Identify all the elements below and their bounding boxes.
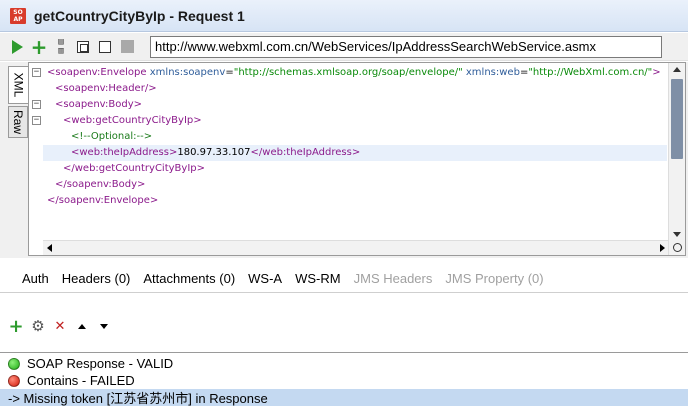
code-line: </soapenv:Body> bbox=[55, 179, 146, 190]
divider bbox=[0, 292, 688, 293]
code-line-current: <web:theIpAddress>180.97.33.107</web:the… bbox=[43, 145, 667, 161]
assertions-toolbar: + ⚙ ✕ bbox=[8, 316, 118, 337]
failed-status-icon bbox=[8, 374, 20, 387]
code-line: <web:getCountryCityByIp> bbox=[63, 115, 202, 126]
vertical-scrollbar[interactable] bbox=[668, 63, 685, 241]
xml-editor-panel[interactable]: − − − <soapenv:Envelope xmlns:soapenv="h… bbox=[28, 62, 686, 256]
horizontal-scrollbar[interactable] bbox=[43, 240, 669, 255]
assertion-item[interactable]: SOAP Response - VALID bbox=[0, 355, 688, 372]
stop-icon[interactable] bbox=[118, 38, 136, 56]
request-toolbar: + ▤ ▥ http://www.webxml.com.cn/WebService… bbox=[0, 33, 688, 61]
remove-assertion-icon[interactable]: ✕ bbox=[52, 318, 68, 334]
scroll-right-icon[interactable] bbox=[660, 244, 665, 252]
code-line: <soapenv:Body> bbox=[55, 99, 143, 110]
move-down-icon[interactable] bbox=[96, 318, 112, 334]
search-icon[interactable] bbox=[668, 240, 685, 255]
request-tabs: Auth Headers (0) Attachments (0) WS-A WS… bbox=[0, 266, 688, 290]
tab-attachments[interactable]: Attachments (0) bbox=[143, 271, 235, 286]
request-editor: XML Raw − − − <soapenv:Envelope xmlns:so… bbox=[0, 62, 688, 258]
code-line: <soapenv:Header/> bbox=[55, 83, 157, 94]
assertion-detail-item[interactable]: -> Missing token [江苏省苏州市] in Response bbox=[0, 389, 688, 406]
fold-toggle-getcountrycitybyip[interactable]: − bbox=[32, 116, 41, 125]
tab-jms-headers: JMS Headers bbox=[353, 270, 433, 286]
move-up-icon[interactable] bbox=[74, 318, 90, 334]
code-line: <!--Optional:--> bbox=[71, 131, 153, 142]
fold-toggle-envelope[interactable]: − bbox=[32, 68, 41, 77]
assertion-item[interactable]: Contains - FAILED bbox=[0, 372, 688, 389]
run-request-icon[interactable] bbox=[8, 38, 26, 56]
tab-headers[interactable]: Headers (0) bbox=[62, 271, 131, 286]
fold-toggle-body[interactable]: − bbox=[32, 100, 41, 109]
tab-raw[interactable]: Raw bbox=[8, 106, 28, 138]
assertions-list: SOAP Response - VALID Contains - FAILED … bbox=[0, 352, 688, 418]
tab-ws-rm[interactable]: WS-RM bbox=[295, 271, 341, 286]
valid-status-icon bbox=[8, 357, 20, 370]
fold-gutter: − − − bbox=[29, 63, 43, 241]
scroll-left-icon[interactable] bbox=[47, 244, 52, 252]
tabs-layout-icon[interactable] bbox=[74, 38, 92, 56]
scroll-down-icon[interactable] bbox=[673, 232, 681, 237]
tab-ws-a[interactable]: WS-A bbox=[248, 271, 282, 286]
tab-jms-property: JMS Property (0) bbox=[445, 270, 544, 286]
add-icon[interactable]: + bbox=[30, 37, 48, 57]
code-line: </web:getCountryCityByIp> bbox=[63, 163, 205, 174]
code-line: <soapenv:Envelope xmlns:soapenv="http://… bbox=[47, 67, 661, 78]
xml-code[interactable]: <soapenv:Envelope xmlns:soapenv="http://… bbox=[43, 63, 667, 241]
scroll-up-icon[interactable] bbox=[673, 67, 681, 72]
tab-xml[interactable]: XML bbox=[8, 66, 28, 104]
split-view-icon[interactable]: ▤ ▥ bbox=[52, 37, 70, 56]
code-line: </soapenv:Envelope> bbox=[47, 195, 159, 206]
single-panel-icon[interactable] bbox=[96, 38, 114, 56]
add-assertion-icon[interactable]: + bbox=[8, 316, 24, 337]
tab-auth[interactable]: Auth bbox=[22, 271, 49, 286]
endpoint-url-field[interactable]: http://www.webxml.com.cn/WebServices/IpA… bbox=[150, 35, 662, 58]
soap-icon: SO AP bbox=[10, 7, 26, 24]
configure-assertion-icon[interactable]: ⚙ bbox=[30, 317, 46, 335]
window-title: getCountryCityByIp - Request 1 bbox=[34, 7, 245, 24]
scroll-thumb[interactable] bbox=[671, 79, 683, 159]
title-bar: SO AP getCountryCityByIp - Request 1 bbox=[0, 0, 688, 32]
